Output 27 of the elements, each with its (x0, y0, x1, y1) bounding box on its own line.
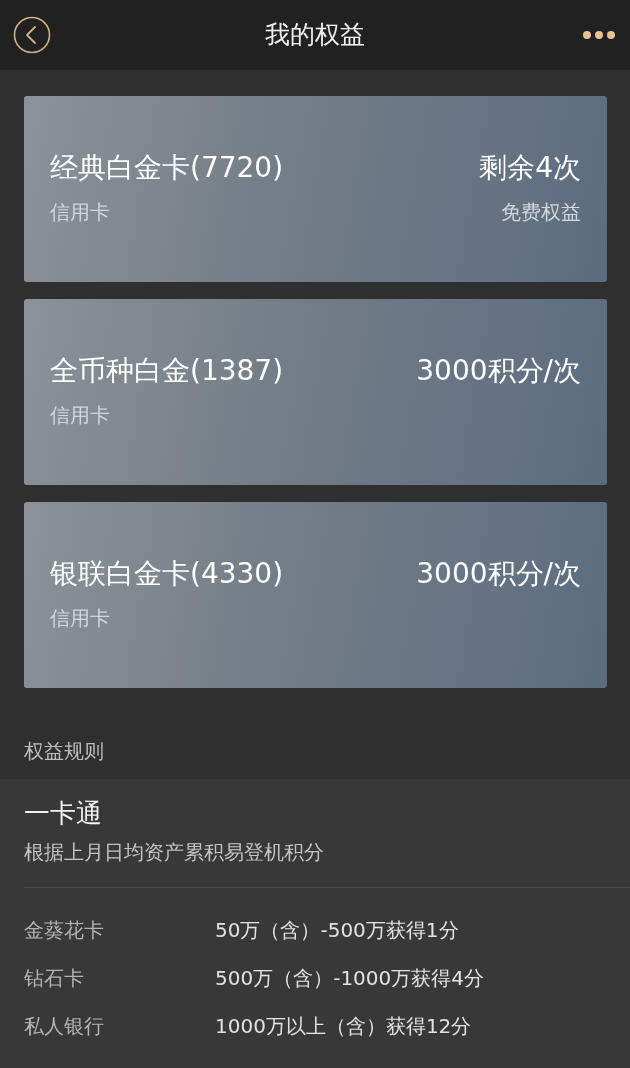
card-name: 经典白金卡(7720) (50, 151, 284, 185)
back-chevron-icon (13, 16, 51, 54)
tier-rule: 500万（含）-1000万获得4分 (215, 965, 484, 991)
back-button[interactable] (13, 16, 51, 54)
benefit-value: 3000积分/次 (416, 354, 581, 388)
benefit-card[interactable]: 经典白金卡(7720) 剩余4次 信用卡 免费权益 (24, 96, 607, 282)
tier-label: 钻石卡 (24, 965, 85, 991)
card-type: 信用卡 (50, 199, 110, 225)
benefit-note: 免费权益 (501, 199, 581, 225)
benefit-value: 3000积分/次 (416, 557, 581, 591)
rules-description: 根据上月日均资产累积易登机积分 (23, 839, 325, 865)
card-type: 信用卡 (50, 605, 110, 631)
tier-label: 私人银行 (24, 1013, 105, 1039)
benefit-value: 剩余4次 (479, 151, 581, 185)
card-name: 全币种白金(1387) (50, 354, 284, 388)
card-type: 信用卡 (50, 402, 110, 428)
benefit-card[interactable]: 银联白金卡(4330) 3000积分/次 信用卡 (24, 502, 607, 688)
page-title: 我的权益 (265, 19, 365, 51)
rules-title: 一卡通 (23, 797, 103, 829)
benefit-card[interactable]: 全币种白金(1387) 3000积分/次 信用卡 (24, 299, 607, 485)
more-dots-icon (582, 30, 616, 40)
section-heading: 权益规则 (23, 738, 105, 765)
tier-rule: 1000万以上（含）获得12分 (215, 1013, 472, 1039)
more-button[interactable] (582, 30, 616, 40)
card-name: 银联白金卡(4330) (50, 557, 284, 591)
tier-label: 金葵花卡 (24, 917, 105, 943)
tier-rule: 50万（含）-500万获得1分 (215, 917, 459, 943)
